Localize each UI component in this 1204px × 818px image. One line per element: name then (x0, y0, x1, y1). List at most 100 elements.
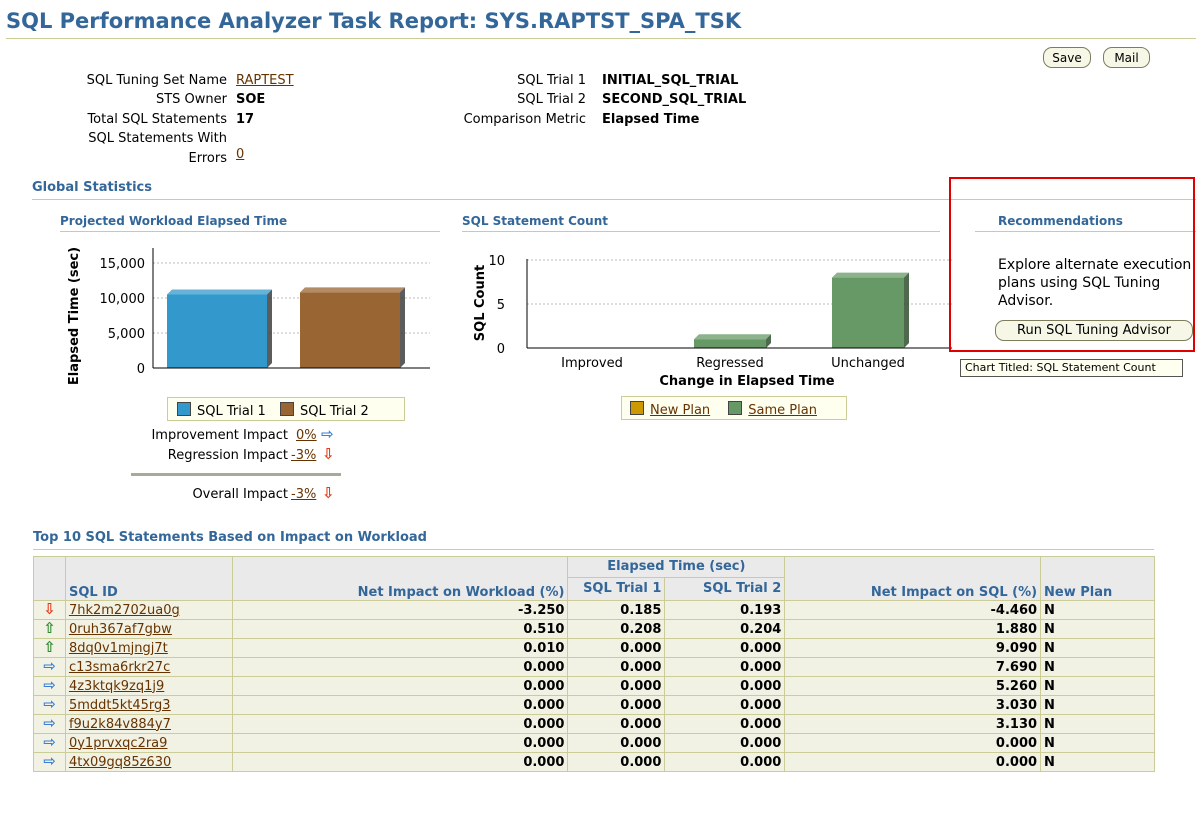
sql-id-link-text[interactable]: f9u2k84v884y7 (69, 717, 171, 732)
arrow-down-icon: ⇩ (322, 484, 335, 502)
elapsed-time-group-header: Elapsed Time (sec) (567, 556, 786, 578)
table-row: ⇩ 7hk2m2702ua0g -3.250 0.185 0.193 -4.460 N (33, 600, 1155, 620)
new-plan-header[interactable]: New Plan (1040, 556, 1155, 601)
new-plan-cell: N (1040, 619, 1155, 639)
status-cell: ⇨ (33, 676, 66, 696)
sql-id-link-text[interactable]: 0y1prvxqc2ra9 (69, 736, 167, 751)
sql-id-link[interactable]: 4tx09gq85z630 (64, 752, 233, 772)
global-statistics-heading: Global Statistics (32, 180, 152, 195)
sql-id-link-text[interactable]: 8dq0v1mjngj7t (69, 641, 168, 656)
sql-trial2-cell: 0.000 (664, 657, 786, 677)
improvement-impact-link[interactable]: 0% (296, 428, 317, 443)
sql-id-link[interactable]: 8dq0v1mjngj7t (64, 638, 233, 658)
total-statements-label: Total SQL Statements (87, 112, 227, 127)
statement-count-heading: SQL Statement Count (462, 214, 608, 228)
net-impact-workload-cell: 0.000 (231, 714, 569, 734)
chart1-bar-top (167, 289, 272, 295)
sql-id-link-text[interactable]: c13sma6rkr27c (69, 660, 170, 675)
legend-same-plan-link[interactable]: Same Plan (748, 403, 817, 418)
legend-same-plan[interactable]: Same Plan (728, 401, 817, 418)
chart1-bar-sql-trial-2[interactable] (300, 292, 400, 368)
sql-trial1-cell: 0.000 (567, 638, 666, 658)
sql-id-link[interactable]: 0ruh367af7gbw (64, 619, 233, 639)
new-plan-cell: N (1040, 638, 1155, 658)
projected-workload-chart: Elapsed Time (sec) 15,000 10,000 5,000 0 (67, 247, 430, 385)
net-impact-sql-cell: 0.000 (784, 752, 1042, 772)
chart1-bar-sql-trial-1[interactable] (167, 294, 267, 369)
sts-name-link[interactable]: RAPTEST (236, 73, 294, 88)
sql-id-link[interactable]: 0y1prvxqc2ra9 (64, 733, 233, 753)
overall-impact-link[interactable]: -3% (291, 487, 316, 502)
sql-trial1-cell: 0.000 (567, 733, 666, 753)
projected-workload-divider (60, 231, 440, 232)
chart2-y-axis-label: SQL Count (473, 265, 488, 341)
chart2-bar-side (904, 272, 909, 348)
net-impact-workload-header[interactable]: Net Impact on Workload (%) (231, 556, 569, 601)
trial1-label: SQL Trial 1 (517, 73, 586, 88)
chart2-x-axis-label: Change in Elapsed Time (659, 374, 834, 389)
chart1-bar-side (400, 287, 405, 368)
sql-trial2-cell: 0.000 (664, 638, 786, 658)
chart1-y-tick-label: 15,000 (100, 257, 146, 272)
total-statements-value: 17 (236, 112, 255, 127)
status-cell: ⇨ (33, 733, 66, 753)
sql-trial2-header[interactable]: SQL Trial 2 (664, 576, 786, 602)
status-cell: ⇩ (33, 600, 66, 620)
legend-trial1: SQL Trial 1 (177, 402, 266, 419)
sql-trial1-cell: 0.000 (567, 657, 666, 677)
sql-trial2-cell: 0.000 (664, 733, 786, 753)
chart2-x-tick-label: Improved (561, 356, 623, 371)
legend-new-plan-link[interactable]: New Plan (650, 403, 710, 418)
table-row: ⇨ 4z3ktqk9zq1j9 0.000 0.000 0.000 5.260 N (33, 676, 1155, 696)
sql-id-link-text[interactable]: 7hk2m2702ua0g (69, 603, 180, 618)
chart2-bar-unchanged-same-plan[interactable] (832, 277, 904, 348)
arrow-right-icon: ⇨ (43, 733, 56, 751)
net-impact-sql-cell: 0.000 (784, 733, 1042, 753)
save-button[interactable]: Save (1043, 47, 1091, 68)
improvement-impact-value[interactable]: 0% (296, 428, 317, 443)
chart1-bar-top (300, 287, 405, 293)
table-row: ⇧ 0ruh367af7gbw 0.510 0.208 0.204 1.880 N (33, 619, 1155, 639)
net-impact-sql-cell: 7.690 (784, 657, 1042, 677)
net-impact-sql-cell: -4.460 (784, 600, 1042, 620)
regression-impact-value[interactable]: -3% (291, 448, 316, 463)
sql-id-link[interactable]: f9u2k84v884y7 (64, 714, 233, 734)
arrow-right-icon: ⇨ (43, 714, 56, 732)
table-row: ⇧ 8dq0v1mjngj7t 0.010 0.000 0.000 9.090 N (33, 638, 1155, 658)
sql-id-link[interactable]: 4z3ktqk9zq1j9 (64, 676, 233, 696)
sql-trial2-cell: 0.000 (664, 676, 786, 696)
chart1-bar-side (267, 289, 272, 368)
sql-trial2-cell: 0.000 (664, 695, 786, 715)
sql-id-header[interactable]: SQL ID (64, 556, 233, 601)
status-cell: ⇧ (33, 638, 66, 658)
sql-trial2-cell: 0.204 (664, 619, 786, 639)
sql-id-link-text[interactable]: 0ruh367af7gbw (69, 622, 172, 637)
errors-count-link[interactable]: 0 (236, 147, 244, 162)
errors-label-line2: Errors (188, 151, 227, 166)
new-plan-cell: N (1040, 600, 1155, 620)
sql-id-link-text[interactable]: 4z3ktqk9zq1j9 (69, 679, 164, 694)
legend-new-plan[interactable]: New Plan (630, 401, 710, 418)
arrow-up-icon: ⇧ (43, 638, 56, 656)
legend-trial1-swatch (177, 402, 191, 416)
sql-id-link-text[interactable]: 4tx09gq85z630 (69, 755, 171, 770)
overall-impact-value[interactable]: -3% (291, 487, 316, 502)
sql-trial1-cell: 0.000 (567, 695, 666, 715)
status-cell: ⇧ (33, 619, 66, 639)
sql-id-link[interactable]: 5mddt5kt45rg3 (64, 695, 233, 715)
sql-trial2-cell: 0.000 (664, 752, 786, 772)
sql-id-link-text[interactable]: 5mddt5kt45rg3 (69, 698, 171, 713)
mail-button[interactable]: Mail (1103, 47, 1150, 68)
overall-impact-label: Overall Impact (192, 487, 288, 502)
arrow-right-icon: ⇨ (43, 676, 56, 694)
regression-impact-link[interactable]: -3% (291, 448, 316, 463)
new-plan-cell: N (1040, 752, 1155, 772)
sql-trial1-header[interactable]: SQL Trial 1 (567, 576, 666, 602)
chart2-bar-regressed-same-plan[interactable] (694, 339, 766, 348)
sql-trial2-cell: 0.193 (664, 600, 786, 620)
sql-id-link[interactable]: c13sma6rkr27c (64, 657, 233, 677)
arrow-right-icon: ⇨ (43, 695, 56, 713)
trial2-value: SECOND_SQL_TRIAL (602, 92, 747, 107)
net-impact-sql-header[interactable]: Net Impact on SQL (%) (784, 556, 1042, 601)
sql-id-link[interactable]: 7hk2m2702ua0g (64, 600, 233, 620)
